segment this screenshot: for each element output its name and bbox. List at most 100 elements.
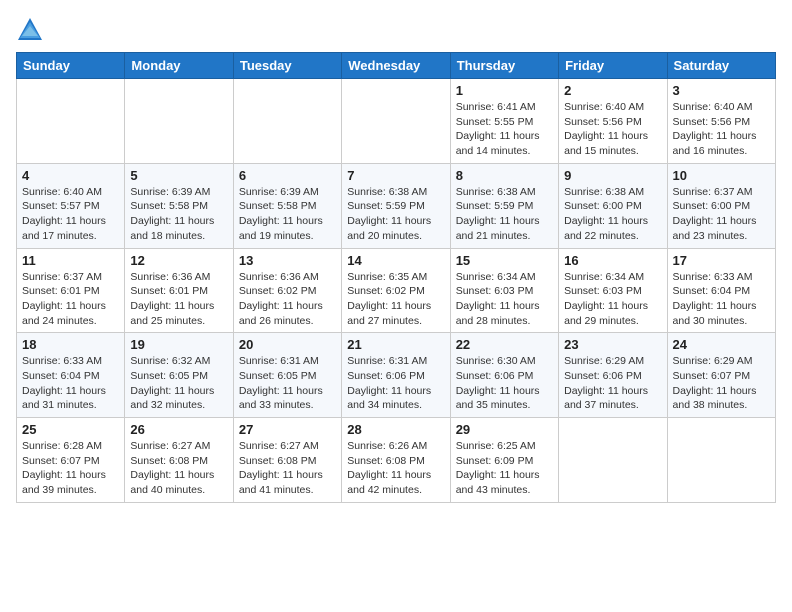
- calendar-cell: 6 Sunrise: 6:39 AM Sunset: 5:58 PM Daylig…: [233, 163, 341, 248]
- day-number: 10: [673, 168, 770, 183]
- day-number: 15: [456, 253, 553, 268]
- day-number: 14: [347, 253, 444, 268]
- day-info: Sunrise: 6:29 AM Sunset: 6:06 PM Dayligh…: [564, 354, 661, 413]
- day-number: 4: [22, 168, 119, 183]
- calendar-cell: 2 Sunrise: 6:40 AM Sunset: 5:56 PM Daylig…: [559, 79, 667, 164]
- column-header-monday: Monday: [125, 53, 233, 79]
- day-info: Sunrise: 6:25 AM Sunset: 6:09 PM Dayligh…: [456, 439, 553, 498]
- logo: [16, 16, 48, 44]
- day-info: Sunrise: 6:40 AM Sunset: 5:56 PM Dayligh…: [673, 100, 770, 159]
- calendar-cell: 3 Sunrise: 6:40 AM Sunset: 5:56 PM Daylig…: [667, 79, 775, 164]
- calendar-cell: 14 Sunrise: 6:35 AM Sunset: 6:02 PM Dayli…: [342, 248, 450, 333]
- day-number: 28: [347, 422, 444, 437]
- day-number: 21: [347, 337, 444, 352]
- calendar-cell: 8 Sunrise: 6:38 AM Sunset: 5:59 PM Daylig…: [450, 163, 558, 248]
- calendar-week-row: 18 Sunrise: 6:33 AM Sunset: 6:04 PM Dayli…: [17, 333, 776, 418]
- day-info: Sunrise: 6:38 AM Sunset: 5:59 PM Dayligh…: [456, 185, 553, 244]
- calendar-cell: 13 Sunrise: 6:36 AM Sunset: 6:02 PM Dayli…: [233, 248, 341, 333]
- day-number: 2: [564, 83, 661, 98]
- calendar-header-row: SundayMondayTuesdayWednesdayThursdayFrid…: [17, 53, 776, 79]
- calendar-cell: 9Sunrise: 6:38 AM Sunset: 6:00 PM Daylig…: [559, 163, 667, 248]
- day-number: 17: [673, 253, 770, 268]
- day-info: Sunrise: 6:27 AM Sunset: 6:08 PM Dayligh…: [239, 439, 336, 498]
- day-info: Sunrise: 6:29 AM Sunset: 6:07 PM Dayligh…: [673, 354, 770, 413]
- calendar-cell: 22 Sunrise: 6:30 AM Sunset: 6:06 PM Dayli…: [450, 333, 558, 418]
- day-number: 19: [130, 337, 227, 352]
- day-info: Sunrise: 6:37 AM Sunset: 6:01 PM Dayligh…: [22, 270, 119, 329]
- calendar-cell: 1 Sunrise: 6:41 AM Sunset: 5:55 PM Daylig…: [450, 79, 558, 164]
- calendar-cell: 16 Sunrise: 6:34 AM Sunset: 6:03 PM Dayli…: [559, 248, 667, 333]
- day-info: Sunrise: 6:32 AM Sunset: 6:05 PM Dayligh…: [130, 354, 227, 413]
- day-info: Sunrise: 6:38 AM Sunset: 5:59 PM Dayligh…: [347, 185, 444, 244]
- logo-icon: [16, 16, 44, 44]
- day-info: Sunrise: 6:40 AM Sunset: 5:56 PM Dayligh…: [564, 100, 661, 159]
- calendar-cell: 26 Sunrise: 6:27 AM Sunset: 6:08 PM Dayli…: [125, 418, 233, 503]
- column-header-friday: Friday: [559, 53, 667, 79]
- day-info: Sunrise: 6:38 AM Sunset: 6:00 PM Dayligh…: [564, 185, 661, 244]
- day-info: Sunrise: 6:39 AM Sunset: 5:58 PM Dayligh…: [130, 185, 227, 244]
- calendar-week-row: 4 Sunrise: 6:40 AM Sunset: 5:57 PM Daylig…: [17, 163, 776, 248]
- day-info: Sunrise: 6:27 AM Sunset: 6:08 PM Dayligh…: [130, 439, 227, 498]
- day-number: 13: [239, 253, 336, 268]
- day-info: Sunrise: 6:34 AM Sunset: 6:03 PM Dayligh…: [564, 270, 661, 329]
- day-info: Sunrise: 6:30 AM Sunset: 6:06 PM Dayligh…: [456, 354, 553, 413]
- day-info: Sunrise: 6:28 AM Sunset: 6:07 PM Dayligh…: [22, 439, 119, 498]
- calendar-cell: 15 Sunrise: 6:34 AM Sunset: 6:03 PM Dayli…: [450, 248, 558, 333]
- day-info: Sunrise: 6:40 AM Sunset: 5:57 PM Dayligh…: [22, 185, 119, 244]
- calendar-cell: [17, 79, 125, 164]
- day-number: 29: [456, 422, 553, 437]
- day-info: Sunrise: 6:35 AM Sunset: 6:02 PM Dayligh…: [347, 270, 444, 329]
- calendar-cell: 12Sunrise: 6:36 AM Sunset: 6:01 PM Dayli…: [125, 248, 233, 333]
- day-number: 24: [673, 337, 770, 352]
- calendar-cell: 7 Sunrise: 6:38 AM Sunset: 5:59 PM Daylig…: [342, 163, 450, 248]
- day-number: 23: [564, 337, 661, 352]
- calendar-table: SundayMondayTuesdayWednesdayThursdayFrid…: [16, 52, 776, 503]
- day-number: 6: [239, 168, 336, 183]
- day-number: 22: [456, 337, 553, 352]
- column-header-saturday: Saturday: [667, 53, 775, 79]
- calendar-cell: [125, 79, 233, 164]
- column-header-tuesday: Tuesday: [233, 53, 341, 79]
- day-number: 1: [456, 83, 553, 98]
- day-number: 25: [22, 422, 119, 437]
- day-info: Sunrise: 6:37 AM Sunset: 6:00 PM Dayligh…: [673, 185, 770, 244]
- calendar-cell: 17 Sunrise: 6:33 AM Sunset: 6:04 PM Dayli…: [667, 248, 775, 333]
- calendar-cell: [342, 79, 450, 164]
- day-number: 7: [347, 168, 444, 183]
- calendar-cell: 18 Sunrise: 6:33 AM Sunset: 6:04 PM Dayli…: [17, 333, 125, 418]
- calendar-cell: 28 Sunrise: 6:26 AM Sunset: 6:08 PM Dayli…: [342, 418, 450, 503]
- calendar-cell: 24 Sunrise: 6:29 AM Sunset: 6:07 PM Dayli…: [667, 333, 775, 418]
- calendar-cell: [559, 418, 667, 503]
- day-number: 11: [22, 253, 119, 268]
- calendar-cell: 27 Sunrise: 6:27 AM Sunset: 6:08 PM Dayli…: [233, 418, 341, 503]
- day-info: Sunrise: 6:36 AM Sunset: 6:02 PM Dayligh…: [239, 270, 336, 329]
- calendar-week-row: 25 Sunrise: 6:28 AM Sunset: 6:07 PM Dayli…: [17, 418, 776, 503]
- day-info: Sunrise: 6:39 AM Sunset: 5:58 PM Dayligh…: [239, 185, 336, 244]
- day-number: 12: [130, 253, 227, 268]
- day-info: Sunrise: 6:33 AM Sunset: 6:04 PM Dayligh…: [22, 354, 119, 413]
- column-header-thursday: Thursday: [450, 53, 558, 79]
- calendar-cell: 25 Sunrise: 6:28 AM Sunset: 6:07 PM Dayli…: [17, 418, 125, 503]
- day-info: Sunrise: 6:33 AM Sunset: 6:04 PM Dayligh…: [673, 270, 770, 329]
- calendar-week-row: 11 Sunrise: 6:37 AM Sunset: 6:01 PM Dayli…: [17, 248, 776, 333]
- calendar-cell: 4 Sunrise: 6:40 AM Sunset: 5:57 PM Daylig…: [17, 163, 125, 248]
- day-info: Sunrise: 6:41 AM Sunset: 5:55 PM Dayligh…: [456, 100, 553, 159]
- day-number: 5: [130, 168, 227, 183]
- calendar-cell: 23 Sunrise: 6:29 AM Sunset: 6:06 PM Dayli…: [559, 333, 667, 418]
- calendar-cell: 10 Sunrise: 6:37 AM Sunset: 6:00 PM Dayli…: [667, 163, 775, 248]
- column-header-sunday: Sunday: [17, 53, 125, 79]
- day-info: Sunrise: 6:31 AM Sunset: 6:06 PM Dayligh…: [347, 354, 444, 413]
- day-number: 16: [564, 253, 661, 268]
- calendar-week-row: 1 Sunrise: 6:41 AM Sunset: 5:55 PM Daylig…: [17, 79, 776, 164]
- day-number: 27: [239, 422, 336, 437]
- day-number: 3: [673, 83, 770, 98]
- page-header: [16, 16, 776, 44]
- day-info: Sunrise: 6:26 AM Sunset: 6:08 PM Dayligh…: [347, 439, 444, 498]
- calendar-cell: 5 Sunrise: 6:39 AM Sunset: 5:58 PM Daylig…: [125, 163, 233, 248]
- day-number: 8: [456, 168, 553, 183]
- calendar-cell: [667, 418, 775, 503]
- day-info: Sunrise: 6:34 AM Sunset: 6:03 PM Dayligh…: [456, 270, 553, 329]
- day-info: Sunrise: 6:31 AM Sunset: 6:05 PM Dayligh…: [239, 354, 336, 413]
- day-number: 26: [130, 422, 227, 437]
- day-number: 18: [22, 337, 119, 352]
